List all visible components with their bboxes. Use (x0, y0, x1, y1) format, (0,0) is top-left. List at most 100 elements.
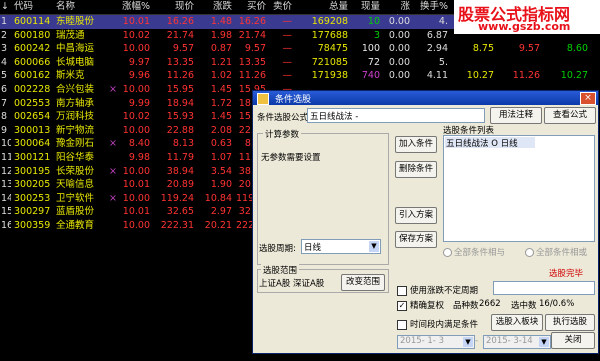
indefinite-period-checkbox[interactable]: 使用涨跌不定周期 (397, 284, 478, 296)
col-ask[interactable]: 卖价 (270, 0, 292, 14)
exact-adjust-checkbox[interactable]: ✓ 精确复权 (397, 299, 444, 311)
change-range-button[interactable]: 改变范围 (341, 274, 385, 291)
row-mark: × (109, 84, 117, 95)
formula-value: 五日线战法 - (310, 112, 359, 122)
view-formula-button[interactable]: 查看公式 (544, 107, 596, 124)
delete-condition-button[interactable]: 删除条件 (395, 161, 437, 178)
close-icon[interactable]: × (580, 92, 596, 105)
price-change: 1.45 (210, 111, 232, 123)
price-change: 1.48 (210, 16, 232, 27)
table-row[interactable]: 5 600162 斯米克 9.96 11.26 1.02 11.26 — 171938 740 0.… (0, 69, 600, 83)
range-group-label: 选股范围 (261, 264, 300, 276)
add-condition-button[interactable]: 加入条件 (395, 136, 437, 153)
row-index: 3 (1, 43, 8, 55)
import-plan-button[interactable]: 引入方案 (395, 207, 437, 224)
all-and-radio[interactable]: 全部条件相与 (443, 246, 505, 258)
stock-code: 002654 (14, 111, 50, 123)
last-price: 22.88 (166, 124, 194, 136)
period-select[interactable]: 日线 ▼ (301, 239, 381, 254)
last-price: 8.13 (172, 138, 194, 150)
stock-name: 新宁物流 (56, 124, 95, 136)
row-mark: × (109, 192, 117, 204)
pct-change: 9.96 (128, 70, 150, 82)
pct-change: 10.01 (122, 16, 150, 27)
row-index: 6 (1, 84, 8, 95)
stock-name: 东睦股份 (56, 16, 95, 27)
formula-select[interactable]: 五日线战法 - (307, 108, 485, 123)
selected-label: 选中数 (511, 301, 537, 311)
last-price: 9.57 (172, 43, 194, 55)
last-price: 38.94 (166, 165, 194, 177)
range-value: 上证A股 深证A股 (259, 279, 325, 289)
col-name[interactable]: 名称 (56, 0, 108, 14)
col-bid[interactable]: 买价 (236, 0, 266, 14)
stock-name: 豫金刚石 (56, 138, 95, 150)
row-index: 2 (1, 29, 8, 41)
stock-name: 卫宁软件 (56, 192, 95, 204)
last-price: 18.94 (166, 97, 194, 109)
stock-name: 南方轴承 (56, 97, 95, 109)
row-index: 16 (1, 220, 11, 231)
pct-change: 10.01 (122, 179, 150, 191)
row-index: 7 (1, 97, 8, 109)
table-row[interactable]: 3 600242 中昌海运 10.00 9.57 0.87 9.57 — 78475 100 0.0… (0, 42, 600, 56)
run-selection-button[interactable]: 执行选股 (545, 314, 595, 331)
app-icon (257, 93, 269, 105)
last-price: 119.24 (160, 192, 194, 204)
pct-change: 9.97 (128, 56, 150, 68)
current-volume: 100 (361, 43, 380, 55)
stock-name: 长荣股份 (56, 165, 95, 177)
stock-name: 合兴包装 (56, 84, 95, 95)
bid-price: 13.35 (238, 56, 266, 68)
pct-change: 10.02 (122, 29, 150, 41)
col-pct[interactable]: 涨幅% (118, 0, 150, 14)
sort-indicator[interactable]: ↓ (0, 0, 11, 14)
speed-pct: 0.00 (388, 43, 410, 55)
last-price: 32.65 (166, 206, 194, 218)
save-plan-button[interactable]: 保存方案 (395, 231, 437, 248)
chevron-down-icon[interactable]: ▼ (369, 241, 379, 252)
dialog-titlebar[interactable]: 条件选股 × (253, 91, 598, 105)
time-range-checkbox[interactable]: 时间段内满足条件 (397, 318, 478, 330)
date-to-value: 2015- 3-14 (486, 336, 533, 346)
add-to-block-button[interactable]: 选股入板块 (491, 314, 543, 331)
ask-price: — (282, 43, 293, 55)
row-mark: × (109, 165, 117, 177)
row-index: 12 (1, 165, 11, 177)
period-input[interactable] (493, 281, 595, 295)
last-price: 16.26 (166, 16, 194, 27)
total-volume: 721085 (311, 56, 348, 68)
col-price[interactable]: 现价 (156, 0, 194, 14)
pct-change: 10.00 (122, 220, 150, 231)
chevron-down-icon[interactable]: ▼ (539, 337, 549, 347)
chevron-down-icon[interactable]: ▼ (463, 337, 473, 347)
close-button[interactable]: 关闭 (551, 332, 595, 349)
col-change[interactable]: 涨跌 (198, 0, 232, 14)
list-item[interactable]: 五日线战法 O 日线 (445, 137, 535, 149)
all-or-radio[interactable]: 全部条件相或 (525, 246, 587, 258)
current-volume: 72 (367, 56, 380, 68)
col-current-vol[interactable]: 现量 (352, 0, 380, 14)
radio-icon (525, 248, 534, 257)
extra-col-2: 11.26 (512, 70, 540, 82)
date-from-select[interactable]: 2015- 1- 3 ▼ (397, 335, 475, 349)
stock-code: 300205 (14, 179, 50, 191)
checkbox-icon (397, 319, 407, 330)
stock-code: 300195 (14, 165, 50, 177)
total-volume: 78475 (317, 43, 348, 55)
count-label: 品种数 (453, 301, 479, 311)
price-change: 1.45 (210, 84, 232, 95)
col-code[interactable]: 代码 (14, 0, 50, 14)
total-volume: 171938 (311, 70, 348, 82)
col-volume[interactable]: 总量 (298, 0, 348, 14)
price-change: 1.98 (210, 29, 232, 41)
usage-notes-button[interactable]: 用法注释 (490, 107, 542, 124)
current-volume: 10 (367, 16, 380, 27)
condition-list[interactable]: 五日线战法 O 日线 (443, 135, 595, 242)
date-to-select[interactable]: 2015- 3-14 ▼ (483, 335, 551, 349)
extra-col-3: 8.60 (566, 43, 588, 55)
table-row[interactable]: 4 600066 长城电脑 9.97 13.35 1.21 13.35 — 721085 72 0.… (0, 56, 600, 70)
col-turnover[interactable]: 换手% (414, 0, 448, 14)
date-from-value: 2015- 1- 3 (400, 336, 444, 346)
ask-price: — (282, 70, 293, 82)
